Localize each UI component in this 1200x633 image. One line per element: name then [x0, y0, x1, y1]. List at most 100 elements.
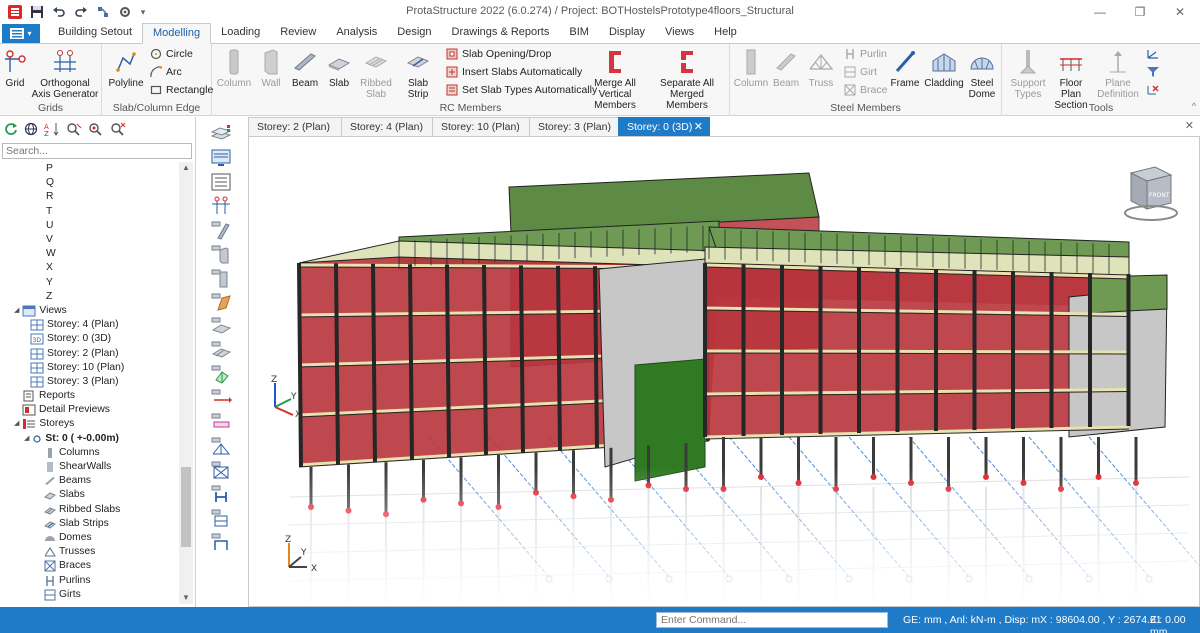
app-logo-icon[interactable]	[6, 3, 24, 21]
tab-drawings-reports[interactable]: Drawings & Reports	[442, 23, 560, 43]
tree-axis-item[interactable]: W	[0, 247, 178, 261]
grid-axes-icon[interactable]	[208, 195, 234, 217]
tree-axis-item[interactable]: U	[0, 219, 178, 233]
tree-axis-item[interactable]: Z	[0, 290, 178, 304]
tab-loading[interactable]: Loading	[211, 23, 270, 43]
collapse-arrow-icon[interactable]: ◢	[14, 417, 19, 431]
refresh-icon[interactable]	[4, 122, 18, 136]
tree-storey-item[interactable]: ◢ St: 0 ( +-0.00m)	[0, 432, 178, 446]
panel-tool-icon[interactable]	[208, 291, 234, 313]
dimension-tool-icon[interactable]	[208, 387, 234, 409]
tree-axis-item[interactable]: X	[0, 261, 178, 275]
support-types-button[interactable]: Support Types	[1008, 48, 1048, 100]
column-tool-icon[interactable]	[208, 219, 234, 241]
globe-icon[interactable]	[24, 122, 38, 136]
rc-wall-button[interactable]: Wall	[256, 48, 286, 89]
tree-scrollbar-thumb[interactable]	[181, 467, 191, 547]
tree-views-node[interactable]: ◢ Views	[0, 304, 178, 318]
tree-view-item[interactable]: Storey: 2 (Plan)	[0, 346, 178, 360]
zoom-clear-icon[interactable]	[110, 122, 126, 136]
tree-member-item[interactable]: Girts	[0, 588, 178, 602]
purlin-button[interactable]: Purlin	[844, 48, 887, 60]
structure-icon[interactable]	[94, 3, 112, 21]
tree-view-item[interactable]: Storey: 3 (Plan)	[0, 375, 178, 389]
doc-tab-storey-10-plan[interactable]: Storey: 10 (Plan)	[432, 117, 530, 136]
tree-search-input[interactable]	[2, 143, 192, 159]
tree-member-item[interactable]: Columns	[0, 446, 178, 460]
collapse-arrow-icon[interactable]: ◢	[24, 432, 29, 446]
brace-button[interactable]: Brace	[844, 84, 887, 96]
orthogonal-axis-generator-button[interactable]: Orthogonal Axis Generator	[30, 48, 100, 100]
tree-axis-item[interactable]: P	[0, 162, 178, 176]
arc-button[interactable]: Arc	[150, 66, 182, 78]
frame-tool-icon[interactable]	[208, 531, 234, 553]
steel-column-button[interactable]: Column	[734, 48, 768, 89]
tab-display[interactable]: Display	[599, 23, 655, 43]
tab-modelling[interactable]: Modelling	[142, 23, 212, 44]
tree-scrollbar[interactable]: ▲ ▼	[179, 162, 193, 604]
grid-button[interactable]: Grid	[4, 48, 26, 89]
load-tool-icon[interactable]	[208, 363, 234, 385]
layers-icon[interactable]	[208, 123, 234, 145]
tab-bim[interactable]: BIM	[559, 23, 599, 43]
steel-dome-button[interactable]: Steel Dome	[966, 48, 998, 100]
customize-dropdown-icon[interactable]: ▾	[138, 3, 148, 21]
steel-frame-button[interactable]: Frame	[888, 48, 922, 89]
tool-remove-icon[interactable]	[1146, 84, 1160, 96]
ribbed-tool-icon[interactable]	[208, 339, 234, 361]
set-slab-types-automatically-button[interactable]: Set Slab Types Automatically	[446, 84, 597, 96]
purlin-tool-icon[interactable]	[208, 483, 234, 505]
minimize-icon[interactable]: —	[1080, 0, 1120, 24]
structure-3d-model[interactable]: Z Y X Z Y X FRONT	[249, 137, 1199, 606]
redo-icon[interactable]	[72, 3, 90, 21]
scroll-up-icon[interactable]: ▲	[179, 162, 193, 174]
tree-axis-item[interactable]: R	[0, 190, 178, 204]
scroll-down-icon[interactable]: ▼	[179, 592, 193, 604]
doc-tab-storey-0-3d[interactable]: Storey: 0 (3D) ✕	[618, 117, 710, 136]
tree-member-item[interactable]: Domes	[0, 531, 178, 545]
steel-beam-button[interactable]: Beam	[770, 48, 802, 89]
steel-truss-button[interactable]: Truss	[804, 48, 838, 89]
doc-tab-storey-4-plan[interactable]: Storey: 4 (Plan)	[341, 117, 433, 136]
3d-viewport[interactable]: Z Y X Z Y X FRONT	[248, 136, 1200, 607]
rc-ribbed-slab-button[interactable]: Ribbed Slab	[358, 48, 394, 100]
close-tab-icon[interactable]: ✕	[694, 118, 703, 136]
circle-button[interactable]: Circle	[150, 48, 193, 60]
tree-view-item[interactable]: 3D Storey: 0 (3D)	[0, 332, 178, 346]
slab-opening-drop-button[interactable]: Slab Opening/Drop	[446, 48, 551, 60]
tab-building-setout[interactable]: Building Setout	[48, 23, 142, 43]
tree-member-item[interactable]: Trusses	[0, 545, 178, 559]
tab-design[interactable]: Design	[387, 23, 441, 43]
collapse-ribbon-icon[interactable]: ^	[1192, 101, 1196, 111]
wall-tool-icon[interactable]	[208, 243, 234, 265]
brace-tool-icon[interactable]	[208, 459, 234, 481]
tree-member-item[interactable]: Slab Strips	[0, 517, 178, 531]
tab-help[interactable]: Help	[704, 23, 747, 43]
file-menu-button[interactable]: ▾	[2, 24, 40, 43]
girt-button[interactable]: Girt	[844, 66, 877, 78]
tree-detail-previews-node[interactable]: Detail Previews	[0, 403, 178, 417]
girt-tool-icon[interactable]	[208, 507, 234, 529]
tree-view-item[interactable]: Storey: 4 (Plan)	[0, 318, 178, 332]
tool-filter-icon[interactable]	[1146, 66, 1160, 78]
command-input[interactable]	[656, 612, 888, 628]
doc-tab-storey-3-plan[interactable]: Storey: 3 (Plan)	[529, 117, 619, 136]
tool-axis-icon[interactable]	[1146, 48, 1160, 60]
tree-storeys-node[interactable]: ◢ Storeys	[0, 417, 178, 431]
tree-member-item[interactable]: Ribbed Slabs	[0, 503, 178, 517]
list-view-icon[interactable]	[208, 171, 234, 193]
view-cube[interactable]: FRONT	[1124, 166, 1178, 221]
collapse-arrow-icon[interactable]: ◢	[14, 304, 19, 318]
slab-strip-button[interactable]: Slab Strip	[398, 48, 438, 100]
tab-review[interactable]: Review	[270, 23, 326, 43]
tree-axis-item[interactable]: V	[0, 233, 178, 247]
insert-slabs-automatically-button[interactable]: Insert Slabs Automatically	[446, 66, 582, 78]
tab-views[interactable]: Views	[655, 23, 704, 43]
settings-gear-icon[interactable]	[116, 3, 134, 21]
tree-member-item[interactable]: Beams	[0, 474, 178, 488]
rc-slab-button[interactable]: Slab	[324, 48, 354, 89]
rc-beam-button[interactable]: Beam	[290, 48, 320, 89]
tree-axis-item[interactable]: Q	[0, 176, 178, 190]
zoom-find-icon[interactable]	[66, 122, 82, 136]
cladding-button[interactable]: Cladding	[924, 48, 964, 89]
